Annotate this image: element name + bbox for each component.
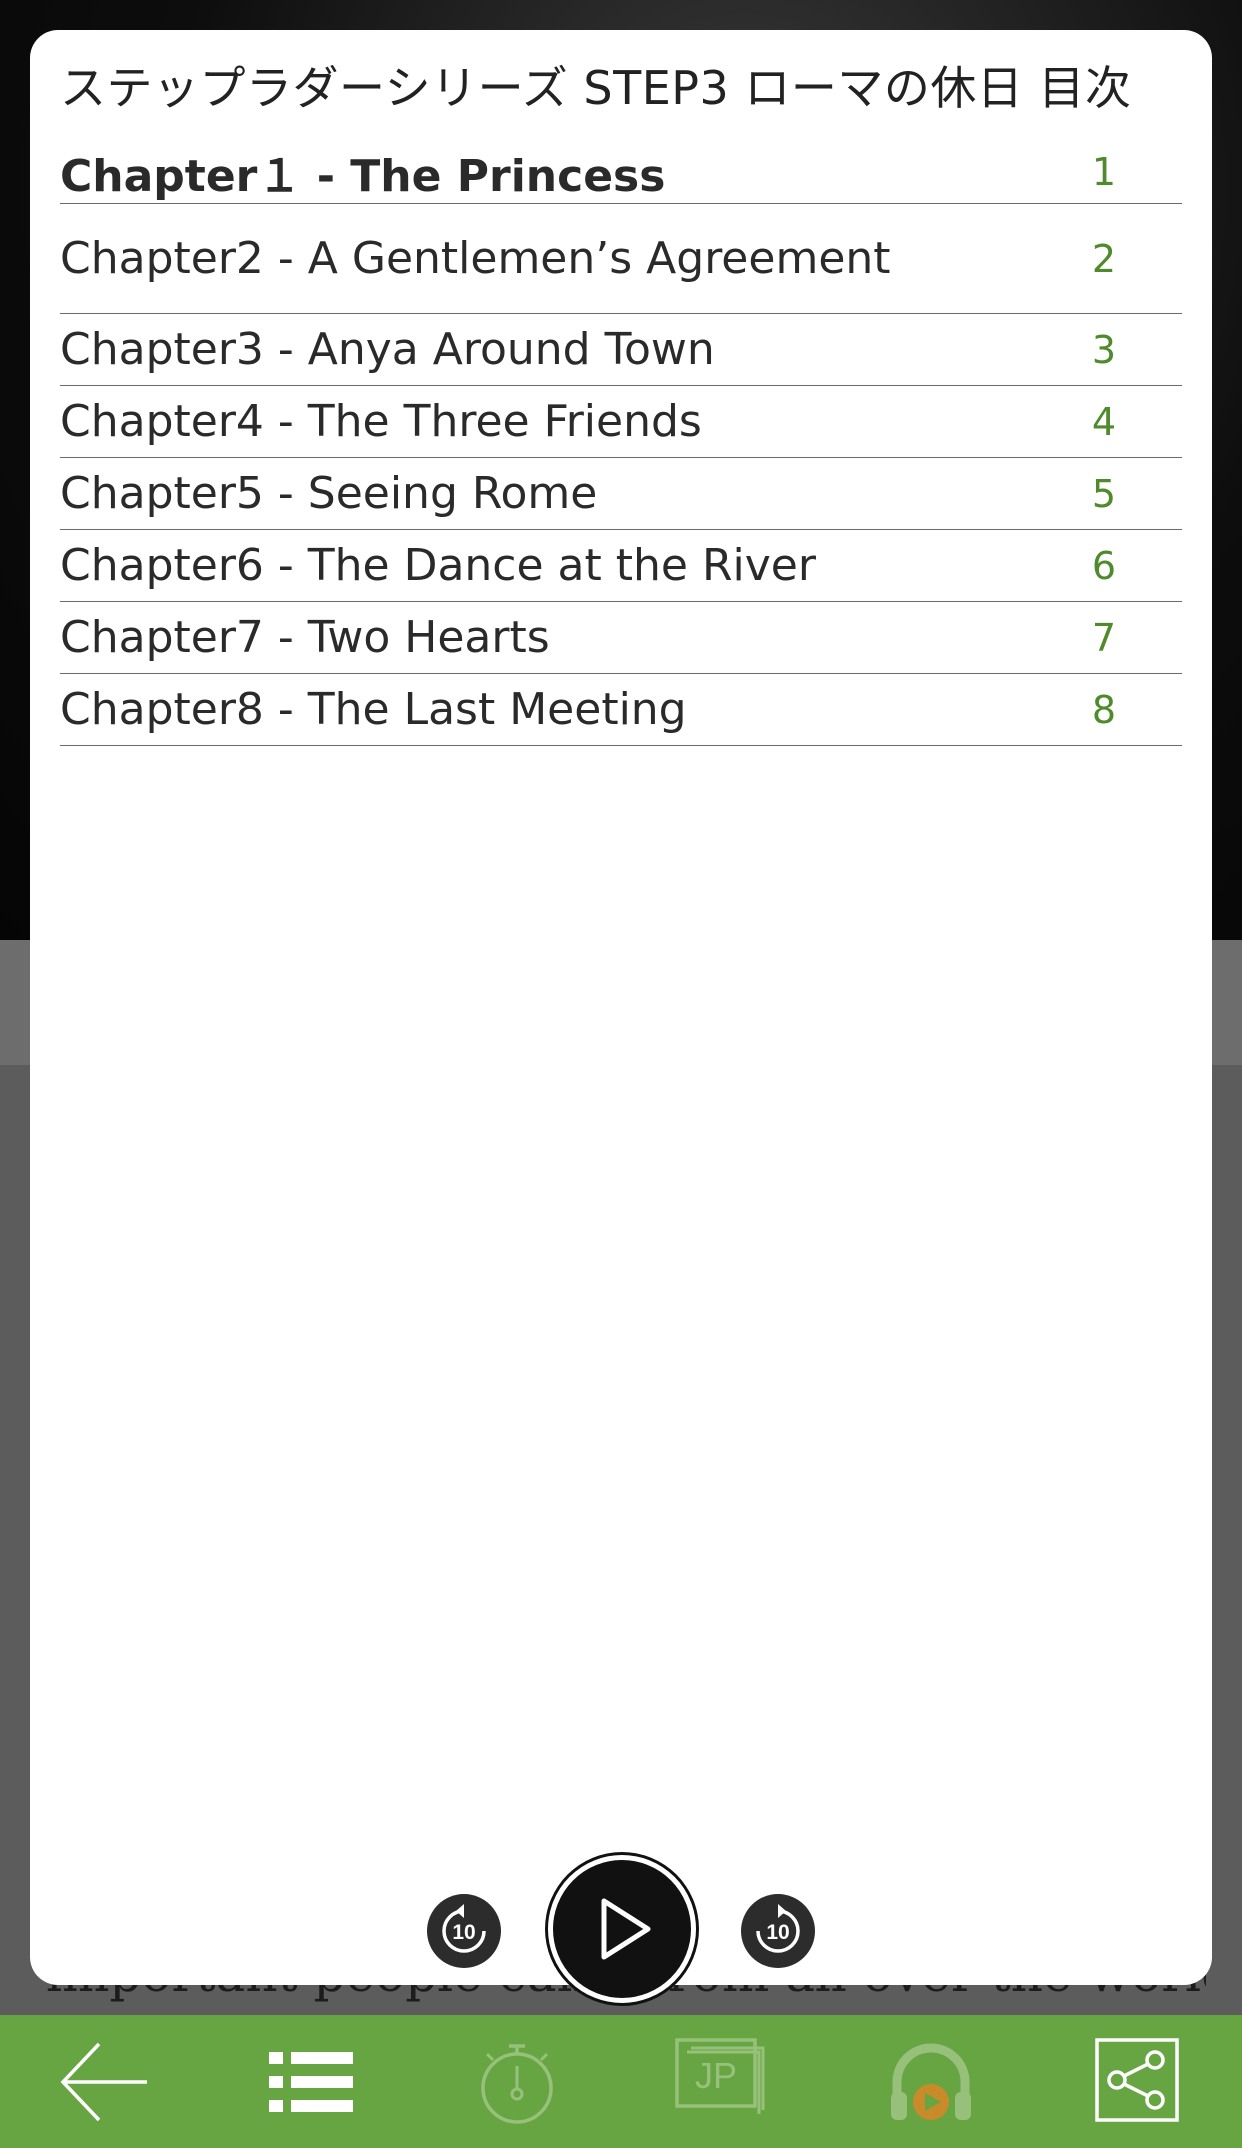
chapter-page-number: 4 — [1091, 399, 1117, 444]
chapter-title: Chapter3 - Anya Around Town — [60, 324, 715, 375]
toc-row[interactable]: Chapter4 - The Three Friends 4 — [60, 386, 1182, 458]
toc-list: Chapter１ - The Princess 1 Chapter2 - A Gen… — [60, 140, 1182, 746]
toc-row[interactable]: Chapter3 - Anya Around Town 3 — [60, 314, 1182, 386]
chapter-page-number: 5 — [1091, 471, 1117, 516]
chapter-title: Chapter7 - Two Hearts — [60, 612, 550, 663]
rewind-10-button[interactable]: 10 — [427, 1894, 501, 1968]
chapter-page-number: 1 — [1091, 149, 1117, 194]
chapter-page-number: 6 — [1091, 543, 1117, 588]
toc-row[interactable]: Chapter6 - The Dance at the River 6 — [60, 530, 1182, 602]
forward-seconds-label: 10 — [766, 1921, 789, 1944]
toc-row[interactable]: Chapter8 - The Last Meeting 8 — [60, 674, 1182, 746]
share-button[interactable] — [1062, 2015, 1212, 2148]
audio-headphones-icon — [891, 2043, 971, 2120]
language-button[interactable]: JP — [648, 2015, 798, 2148]
play-icon — [601, 1898, 651, 1960]
chapter-title: Chapter2 - A Gentlemen’s Agreement — [60, 233, 891, 284]
toc-list-button[interactable] — [236, 2015, 386, 2148]
forward-10-icon: 10 — [756, 1904, 800, 1953]
player-controls: 10 10 — [0, 1820, 1242, 2010]
chapter-title: Chapter5 - Seeing Rome — [60, 468, 598, 519]
toc-row[interactable]: Chapter１ - The Princess 1 — [60, 140, 1182, 204]
chapter-page-number: 8 — [1091, 687, 1117, 732]
forward-10-button[interactable]: 10 — [741, 1894, 815, 1968]
chapter-title: Chapter6 - The Dance at the River — [60, 540, 816, 591]
back-arrow-icon — [60, 2042, 147, 2121]
share-icon — [1095, 2037, 1179, 2122]
toc-title: ステップラダーシリーズ STEP3 ローマの休日 目次 — [60, 61, 1132, 115]
timer-icon — [481, 2043, 553, 2124]
back-button[interactable] — [30, 2015, 180, 2148]
rewind-10-icon: 10 — [442, 1904, 486, 1953]
toc-row[interactable]: Chapter5 - Seeing Rome 5 — [60, 458, 1182, 530]
language-icon: JP — [675, 2037, 765, 2114]
chapter-page-number: 2 — [1091, 236, 1117, 281]
chapter-title: Chapter8 - The Last Meeting — [60, 684, 687, 735]
chapter-page-number: 7 — [1091, 615, 1117, 660]
language-label: JP — [695, 2055, 737, 2096]
toc-modal: ステップラダーシリーズ STEP3 ローマの休日 目次 Chapter１ - T… — [30, 30, 1212, 1985]
timer-button[interactable] — [442, 2015, 592, 2148]
bottom-toolbar: JP — [0, 2015, 1242, 2148]
play-button[interactable] — [548, 1855, 696, 2003]
list-icon — [269, 2051, 353, 2112]
chapter-title: Chapter4 - The Three Friends — [60, 396, 702, 447]
chapter-page-number: 3 — [1091, 327, 1117, 372]
toc-row[interactable]: Chapter7 - Two Hearts 7 — [60, 602, 1182, 674]
rewind-seconds-label: 10 — [452, 1921, 475, 1944]
toc-row[interactable]: Chapter2 - A Gentlemen’s Agreement 2 — [60, 204, 1182, 314]
chapter-title: Chapter１ - The Princess — [60, 150, 666, 202]
audio-button[interactable] — [856, 2015, 1006, 2148]
